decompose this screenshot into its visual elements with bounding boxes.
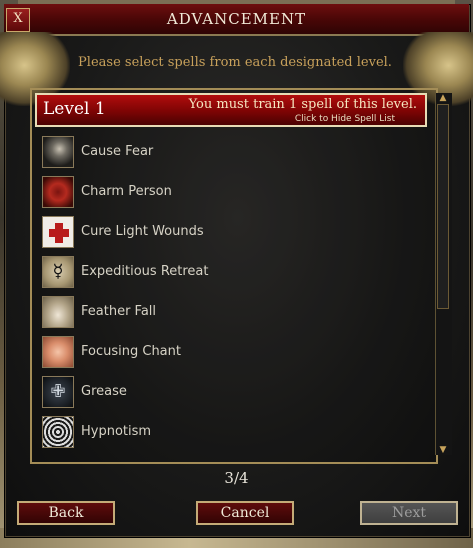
- spell-row-grease[interactable]: ✙ Grease: [42, 376, 422, 410]
- scroll-down-arrow-icon[interactable]: ▼: [436, 445, 450, 455]
- falling-figure-icon: ✙: [50, 381, 66, 402]
- spell-label: Focusing Chant: [81, 344, 181, 359]
- spell-row-hypnotism[interactable]: Hypnotism: [42, 416, 422, 450]
- hide-spell-list-link[interactable]: Click to Hide Spell List: [295, 114, 395, 124]
- cancel-button[interactable]: Cancel: [196, 501, 294, 525]
- page-indicator: 3/4: [224, 469, 249, 487]
- spell-label: Charm Person: [81, 184, 172, 199]
- scrollbar-thumb[interactable]: [437, 104, 449, 309]
- title-bar: ADVANCEMENT: [4, 4, 469, 36]
- hypnotism-icon: [42, 416, 74, 448]
- level-header[interactable]: Level 1 You must train 1 spell of this l…: [35, 93, 427, 127]
- spell-label: Cure Light Wounds: [81, 224, 204, 239]
- window-title: ADVANCEMENT: [166, 10, 307, 28]
- spell-label: Feather Fall: [81, 304, 157, 319]
- cause-fear-icon: [42, 136, 74, 168]
- spell-label: Hypnotism: [81, 424, 152, 439]
- focusing-chant-icon: [42, 336, 74, 368]
- level-requirement-message: You must train 1 spell of this level.: [188, 97, 417, 112]
- feather-fall-icon: [42, 296, 74, 328]
- spell-row-cause-fear[interactable]: Cause Fear: [42, 136, 422, 170]
- spell-label: Grease: [81, 384, 127, 399]
- expeditious-retreat-icon: ☿: [42, 256, 74, 288]
- spell-label: Expeditious Retreat: [81, 264, 209, 279]
- charm-person-icon: [42, 176, 74, 208]
- grease-icon: ✙: [42, 376, 74, 408]
- level-title: Level 1: [43, 99, 106, 119]
- back-button[interactable]: Back: [17, 501, 115, 525]
- spell-label: Cause Fear: [81, 144, 154, 159]
- scroll-up-arrow-icon[interactable]: ▲: [436, 93, 450, 103]
- spell-row-expeditious-retreat[interactable]: ☿ Expeditious Retreat: [42, 256, 422, 290]
- next-button[interactable]: Next: [360, 501, 458, 525]
- spell-row-feather-fall[interactable]: Feather Fall: [42, 296, 422, 330]
- close-button[interactable]: X: [6, 8, 30, 32]
- spell-row-focusing-chant[interactable]: Focusing Chant: [42, 336, 422, 370]
- instruction-text: Please select spells from each designate…: [78, 55, 392, 70]
- spell-row-charm-person[interactable]: Charm Person: [42, 176, 422, 210]
- running-figure-icon: ☿: [52, 261, 64, 282]
- cure-light-wounds-icon: [42, 216, 74, 248]
- spell-row-cure-light-wounds[interactable]: Cure Light Wounds: [42, 216, 422, 250]
